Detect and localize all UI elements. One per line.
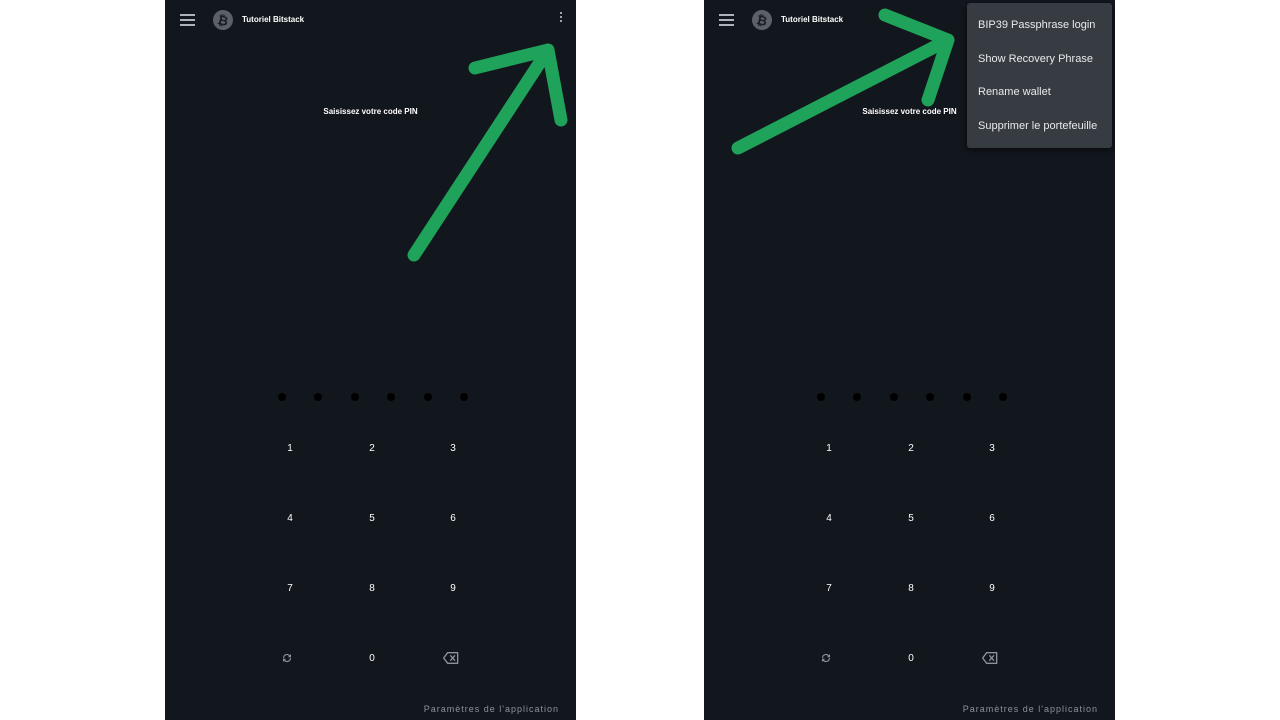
pin-dot — [350, 393, 359, 401]
backspace-icon[interactable] — [960, 638, 1020, 678]
pin-dot — [423, 393, 432, 401]
key-4[interactable]: 4 — [260, 498, 320, 538]
wallet-title: Tutoriel Bitstack — [781, 15, 844, 24]
key-2[interactable]: 2 — [881, 428, 941, 468]
pin-dots — [817, 393, 1007, 403]
key-0[interactable]: 0 — [342, 638, 402, 678]
key-3[interactable]: 3 — [962, 428, 1022, 468]
key-9[interactable]: 9 — [962, 568, 1022, 608]
key-3[interactable]: 3 — [423, 428, 483, 468]
key-5[interactable]: 5 — [881, 498, 941, 538]
bitcoin-logo-icon: ₿ — [750, 8, 774, 32]
key-8[interactable]: 8 — [881, 568, 941, 608]
menu-item-show-recovery-phrase[interactable]: Show Recovery Phrase — [967, 43, 1112, 77]
more-vert-icon[interactable] — [556, 12, 566, 28]
menu-icon[interactable] — [719, 14, 734, 26]
pin-dot — [998, 393, 1007, 401]
top-app-bar: ₿ Tutoriel Bitstack — [165, 0, 576, 40]
key-4[interactable]: 4 — [799, 498, 859, 538]
key-0[interactable]: 0 — [881, 638, 941, 678]
key-5[interactable]: 5 — [342, 498, 402, 538]
pin-dot — [889, 393, 898, 401]
refresh-icon[interactable] — [796, 638, 856, 678]
key-1[interactable]: 1 — [260, 428, 320, 468]
key-1[interactable]: 1 — [799, 428, 859, 468]
pin-keypad: 1 2 3 4 5 6 7 8 9 0 — [165, 413, 576, 693]
bitcoin-logo-icon: ₿ — [211, 8, 235, 32]
refresh-icon[interactable] — [257, 638, 317, 678]
key-7[interactable]: 7 — [799, 568, 859, 608]
pin-dot — [387, 393, 396, 401]
menu-item-rename-wallet[interactable]: Rename wallet — [967, 76, 1112, 110]
pin-dot — [459, 393, 468, 401]
pin-dot — [962, 393, 971, 401]
pin-dot — [817, 393, 825, 401]
key-9[interactable]: 9 — [423, 568, 483, 608]
backspace-icon[interactable] — [421, 638, 481, 678]
key-6[interactable]: 6 — [962, 498, 1022, 538]
pin-keypad: 1 2 3 4 5 6 7 8 9 0 — [704, 413, 1115, 693]
key-2[interactable]: 2 — [342, 428, 402, 468]
overflow-menu: BIP39 Passphrase login Show Recovery Phr… — [967, 3, 1112, 148]
pin-dot — [926, 393, 935, 401]
menu-item-delete-wallet[interactable]: Supprimer le portefeuille — [967, 110, 1112, 144]
key-8[interactable]: 8 — [342, 568, 402, 608]
pin-dot — [278, 393, 286, 401]
key-6[interactable]: 6 — [423, 498, 483, 538]
wallet-title: Tutoriel Bitstack — [242, 15, 305, 24]
phone-screen-right: ₿ Tutoriel Bitstack Saisissez votre code… — [704, 0, 1115, 720]
app-settings-link[interactable]: Paramètres de l'application — [424, 704, 559, 714]
phone-screen-left: ₿ Tutoriel Bitstack Saisissez votre code… — [165, 0, 576, 720]
menu-item-bip39-passphrase-login[interactable]: BIP39 Passphrase login — [967, 9, 1112, 43]
pin-dot — [853, 393, 862, 401]
pin-prompt: Saisissez votre code PIN — [323, 107, 418, 116]
pin-dots — [278, 393, 468, 403]
menu-icon[interactable] — [180, 14, 195, 26]
pin-dot — [314, 393, 323, 401]
app-settings-link[interactable]: Paramètres de l'application — [963, 704, 1098, 714]
key-7[interactable]: 7 — [260, 568, 320, 608]
